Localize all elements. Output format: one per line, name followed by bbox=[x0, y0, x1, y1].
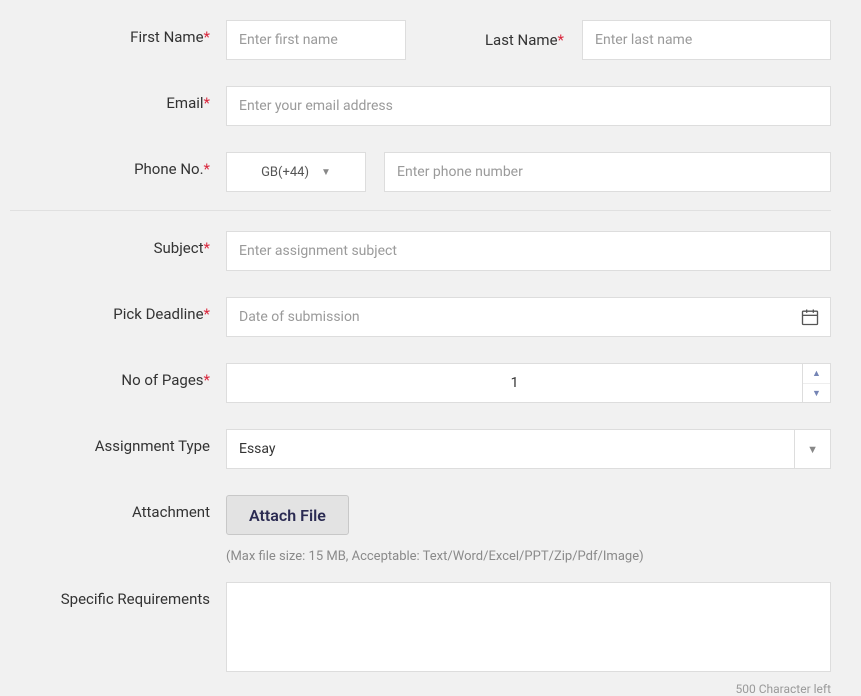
label-assignment-type: Assignment Type bbox=[10, 429, 210, 455]
row-email: Email* bbox=[10, 86, 831, 126]
label-first-name: First Name* bbox=[10, 20, 210, 46]
phone-country-select[interactable]: GB(+44) ▼ bbox=[226, 152, 366, 192]
attach-file-button[interactable]: Attach File bbox=[226, 495, 349, 535]
label-last-name: Last Name* bbox=[424, 31, 564, 49]
row-requirements: Specific Requirements 500 Character left bbox=[10, 582, 831, 696]
label-requirements: Specific Requirements bbox=[10, 582, 210, 608]
calendar-icon[interactable] bbox=[799, 306, 821, 328]
pages-increment[interactable]: ▲ bbox=[803, 364, 830, 384]
assignment-type-select[interactable]: Essay ▼ bbox=[226, 429, 831, 469]
last-name-input[interactable] bbox=[582, 20, 831, 60]
label-phone: Phone No.* bbox=[10, 152, 210, 178]
label-email: Email* bbox=[10, 86, 210, 112]
row-phone: Phone No.* GB(+44) ▼ bbox=[10, 152, 831, 192]
row-attachment: Attachment Attach File (Max file size: 1… bbox=[10, 495, 831, 564]
assignment-type-value: Essay bbox=[239, 441, 794, 457]
order-form: First Name* Last Name* Email* Phone No.*… bbox=[10, 20, 831, 696]
name-fields: Last Name* bbox=[226, 20, 831, 60]
requirements-textarea[interactable] bbox=[226, 582, 831, 672]
row-pages: No of Pages* 1 ▲ ▼ bbox=[10, 363, 831, 403]
pages-value[interactable]: 1 bbox=[227, 375, 802, 391]
row-subject: Subject* bbox=[10, 231, 831, 271]
chevron-down-icon: ▼ bbox=[321, 167, 331, 178]
row-deadline: Pick Deadline* bbox=[10, 297, 831, 337]
email-input[interactable] bbox=[226, 86, 831, 126]
pages-stepper: 1 ▲ ▼ bbox=[226, 363, 831, 403]
phone-code-value: GB(+44) bbox=[261, 165, 309, 180]
label-attachment: Attachment bbox=[10, 495, 210, 521]
label-subject: Subject* bbox=[10, 231, 210, 257]
section-divider bbox=[10, 210, 831, 211]
character-counter: 500 Character left bbox=[226, 682, 831, 696]
row-name: First Name* Last Name* bbox=[10, 20, 831, 60]
subject-input[interactable] bbox=[226, 231, 831, 271]
pages-decrement[interactable]: ▼ bbox=[803, 384, 830, 403]
attachment-hint: (Max file size: 15 MB, Acceptable: Text/… bbox=[226, 549, 831, 564]
first-name-input[interactable] bbox=[226, 20, 406, 60]
label-pages: No of Pages* bbox=[10, 363, 210, 389]
deadline-input[interactable] bbox=[226, 297, 831, 337]
chevron-down-icon: ▼ bbox=[794, 430, 818, 468]
label-deadline: Pick Deadline* bbox=[10, 297, 210, 323]
row-assignment-type: Assignment Type Essay ▼ bbox=[10, 429, 831, 469]
phone-number-input[interactable] bbox=[384, 152, 831, 192]
